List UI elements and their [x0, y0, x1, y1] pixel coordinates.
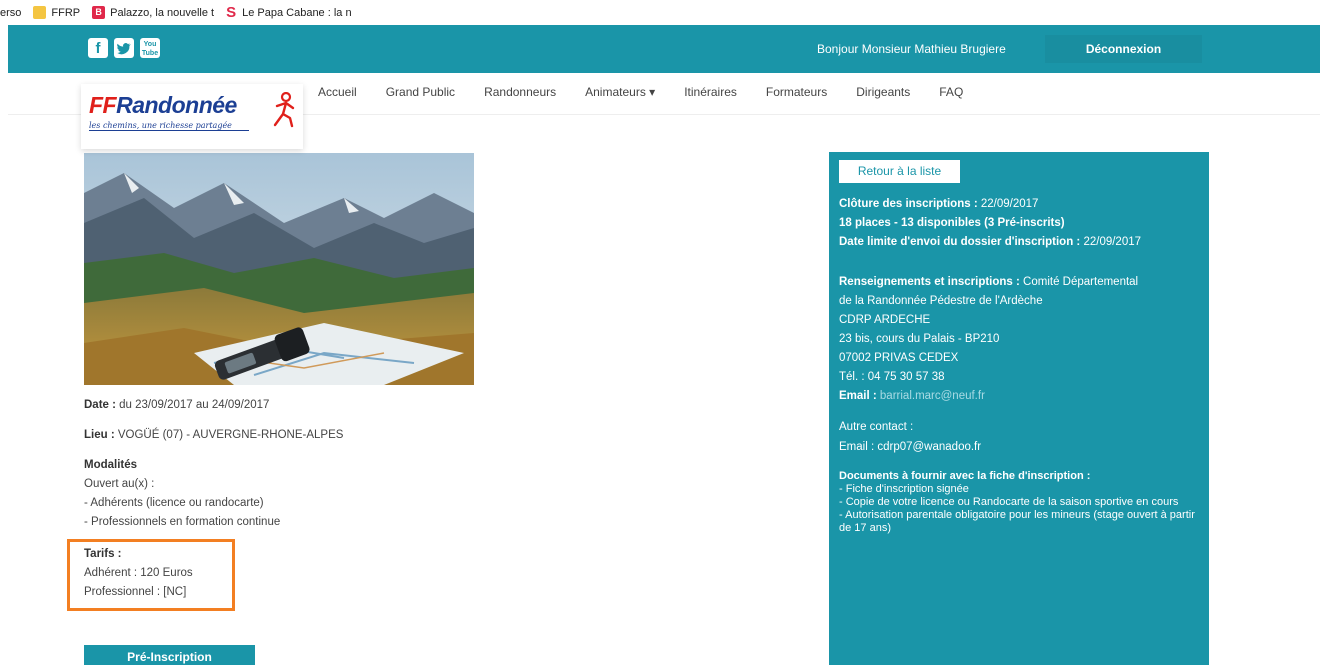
nav-randonneurs[interactable]: Randonneurs: [484, 85, 556, 99]
youtube-icon[interactable]: You Tube: [140, 38, 160, 58]
hiker-icon: [273, 92, 295, 128]
document-item: - Autorisation parentale obligatoire pou…: [839, 509, 1195, 534]
logo-tagline: les chemins, une richesse partagée: [89, 121, 249, 131]
bookmark-label: Le Papa Cabane : la n: [242, 6, 352, 19]
autre-contact-email: Email : cdrp07@wanadoo.fr: [839, 441, 982, 453]
bookmark-palazzo[interactable]: B Palazzo, la nouvelle t: [92, 6, 214, 19]
document-item: - Fiche d'inscription signée: [839, 483, 969, 495]
modalites-heading: Modalités: [84, 459, 138, 471]
renseignements: Renseignements et inscriptions : Comité …: [839, 276, 1139, 288]
folder-icon: [33, 6, 47, 19]
nav-accueil[interactable]: Accueil: [318, 85, 357, 99]
nav-animateurs[interactable]: Animateurs ▾: [585, 85, 655, 99]
bookmark-label: FFRP: [51, 6, 81, 19]
documents-heading: Documents à fournir avec la fiche d'insc…: [839, 470, 1091, 482]
palazzo-icon: B: [92, 6, 106, 19]
event-location: Lieu : VOGÜÉ (07) - AUVERGNE-RHONE-ALPES: [84, 429, 344, 441]
documents-list: Documents à fournir avec la fiche d'insc…: [839, 470, 1204, 535]
bookmark-papa-cabane[interactable]: S Le Papa Cabane : la n: [226, 4, 352, 21]
nav-formateurs[interactable]: Formateurs: [766, 85, 827, 99]
bookmark-ffrp[interactable]: FFRP: [33, 6, 80, 19]
bookmark-erso[interactable]: erso: [0, 7, 21, 19]
event-image: [84, 153, 474, 385]
date-limite: Date limite d'envoi du dossier d'inscrip…: [839, 236, 1142, 248]
bookmark-label: Palazzo, la nouvelle t: [110, 6, 215, 19]
nav-grand-public[interactable]: Grand Public: [386, 85, 455, 99]
twitter-icon[interactable]: [114, 38, 134, 58]
telephone: Tél. : 04 75 30 57 38: [839, 371, 945, 383]
email-link[interactable]: barrial.marc@neuf.fr: [877, 390, 985, 402]
bookmarks-bar: erso FFRP B Palazzo, la nouvelle t S Le Pa…: [0, 0, 1320, 25]
social-links: f You Tube: [88, 38, 160, 58]
address-line-2: 07002 PRIVAS CEDEX: [839, 352, 959, 364]
preinscription-button[interactable]: Pré-Inscription: [84, 645, 255, 665]
top-bar: f You Tube Bonjour Monsieur Mathieu Brug…: [8, 25, 1320, 73]
event-date: Date : du 23/09/2017 au 24/09/2017: [84, 399, 270, 411]
public-adherents: - Adhérents (licence ou randocarte): [84, 497, 264, 509]
address-line-1: 23 bis, cours du Palais - BP210: [839, 333, 1000, 345]
info-panel: Retour à la liste Clôture des inscriptio…: [829, 152, 1209, 665]
autre-contact-label: Autre contact :: [839, 421, 914, 433]
main-nav: Accueil Grand Public Randonneurs Animate…: [318, 85, 992, 99]
back-to-list-button[interactable]: Retour à la liste: [839, 160, 960, 183]
org-name: CDRP ARDECHE: [839, 314, 931, 326]
ffrandonnee-logo[interactable]: FFRandonnée les chemins, une richesse pa…: [81, 84, 303, 149]
tarif-professionnel: Professionnel : [NC]: [84, 586, 187, 598]
cloture-inscriptions: Clôture des inscriptions : 22/09/2017: [839, 198, 1039, 210]
logo-text: FFRandonnée: [89, 92, 237, 118]
s-icon: S: [226, 4, 237, 21]
user-greeting: Bonjour Monsieur Mathieu Brugiere: [817, 42, 1006, 56]
document-item: - Copie de votre licence ou Randocarte d…: [839, 496, 1179, 508]
ouvert-label: Ouvert au(x) :: [84, 478, 155, 490]
org-line-2: de la Randonnée Pédestre de l'Ardèche: [839, 295, 1043, 307]
facebook-icon[interactable]: f: [88, 38, 108, 58]
nav-faq[interactable]: FAQ: [939, 85, 963, 99]
public-professionnels: - Professionnels en formation continue: [84, 516, 281, 528]
tarif-adherent: Adhérent : 120 Euros: [84, 567, 193, 579]
bookmark-label: erso: [0, 6, 22, 19]
email: Email : barrial.marc@neuf.fr: [839, 390, 985, 402]
tarifs-heading: Tarifs :: [84, 548, 122, 560]
logout-button[interactable]: Déconnexion: [1045, 35, 1202, 63]
nav-itineraires[interactable]: Itinéraires: [684, 85, 737, 99]
places-disponibles: 18 places - 13 disponibles (3 Pré-inscri…: [839, 217, 1065, 229]
nav-dirigeants[interactable]: Dirigeants: [856, 85, 910, 99]
